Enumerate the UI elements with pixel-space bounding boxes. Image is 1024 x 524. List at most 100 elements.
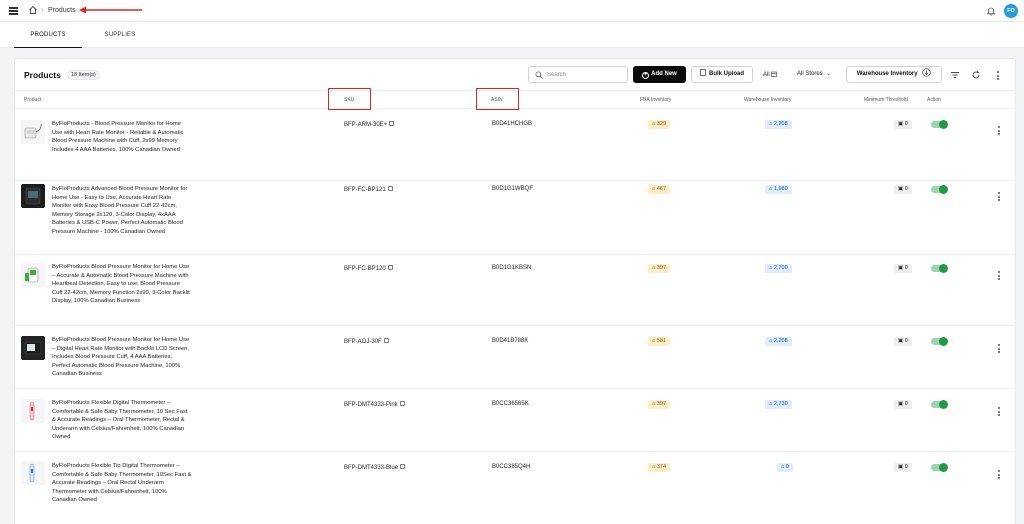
- box-icon: ▣: [898, 338, 904, 344]
- fba-inventory-badge: ⌂ 329: [648, 120, 671, 129]
- copy-icon[interactable]: [389, 121, 395, 126]
- sku-text: BFP-DMT4333-Blue: [344, 465, 399, 471]
- search-input[interactable]: [547, 69, 625, 80]
- min-value: 0: [904, 464, 908, 470]
- stores-filter-dropdown[interactable]: All Stores ⌄: [797, 71, 831, 77]
- tab-bar: PRODUCTS SUPPLIES: [0, 22, 1024, 48]
- product-thumbnail: [21, 263, 45, 287]
- box-icon: ⌂: [652, 464, 656, 470]
- annotation-box-asin: [476, 88, 519, 110]
- product-name[interactable]: ByFloProducts Blood Pressure Monitor for…: [52, 336, 192, 379]
- user-avatar[interactable]: FO: [1004, 4, 1018, 18]
- box-icon: ⌂: [652, 265, 656, 271]
- product-sku: BFP-FC-BP121: [344, 186, 393, 193]
- copy-icon[interactable]: [387, 265, 393, 270]
- sku-text: BFP-FC-BP120: [344, 266, 386, 272]
- product-asin: B0CC385Q4H: [492, 464, 531, 470]
- warehouse-inventory-badge: ⌂ 2,208: [765, 337, 792, 346]
- col-minimum-threshold[interactable]: Minimum Threshold: [864, 97, 908, 103]
- min-threshold-badge: ▣ 0: [894, 264, 912, 273]
- active-toggle[interactable]: [931, 120, 948, 129]
- box-icon: ▣: [898, 265, 904, 271]
- warehouse-inventory-button[interactable]: Warehouse Inventory: [846, 66, 942, 83]
- copy-icon[interactable]: [399, 401, 405, 406]
- all-filter-label: All: [763, 72, 770, 78]
- row-actions-icon[interactable]: [997, 126, 1001, 136]
- add-new-button[interactable]: + Add New: [633, 66, 686, 83]
- table-row[interactable]: ByFloProducts Blood Pressure Monitor for…: [15, 255, 1015, 326]
- products-card: Products 18 Item(s) +Add New Bulk Upload…: [14, 58, 1016, 524]
- box-icon: ⌂: [652, 121, 656, 127]
- warehouse-value: 2,208: [773, 338, 788, 344]
- min-value: 0: [904, 186, 908, 192]
- row-actions-icon[interactable]: [997, 192, 1001, 202]
- min-threshold-badge: ▣ 0: [894, 120, 912, 129]
- table-row[interactable]: ByFloProducts Flexible Tip Digital Therm…: [15, 452, 1015, 522]
- col-action: Action: [927, 97, 941, 103]
- warehouse-icon: ⌂: [769, 121, 773, 127]
- tab-products[interactable]: PRODUCTS: [14, 22, 82, 48]
- row-actions-icon[interactable]: [997, 271, 1001, 281]
- active-toggle[interactable]: [931, 337, 948, 346]
- warehouse-inventory-badge: ⌂ 2,700: [765, 264, 792, 273]
- product-name[interactable]: ByFloProducts Flexible Digital Thermomet…: [52, 399, 192, 442]
- product-name[interactable]: ByFloProducts - Blood Pressure Monitor f…: [52, 120, 192, 154]
- copy-icon[interactable]: [400, 464, 406, 469]
- row-actions-icon[interactable]: [997, 470, 1001, 480]
- filter-icon[interactable]: [950, 70, 960, 80]
- breadcrumb-separator: ›: [41, 7, 44, 14]
- active-toggle[interactable]: [931, 400, 948, 409]
- active-toggle[interactable]: [931, 264, 948, 273]
- tab-supplies[interactable]: SUPPLIES: [90, 22, 150, 48]
- chevron-down-icon: ⌄: [826, 71, 831, 77]
- more-options-icon[interactable]: [996, 71, 1000, 81]
- product-name[interactable]: ByFloProducts Flexible Tip Digital Therm…: [52, 462, 192, 505]
- product-asin: B0D1G1WBQF: [492, 186, 534, 192]
- table-row[interactable]: ByFloProducts - Blood Pressure Monitor f…: [15, 110, 1015, 181]
- refresh-icon[interactable]: [971, 70, 981, 80]
- product-thumbnail: [21, 184, 45, 208]
- search-icon: [535, 71, 543, 79]
- stores-filter-label: All Stores: [797, 71, 823, 77]
- row-actions-icon[interactable]: [997, 407, 1001, 417]
- home-icon[interactable]: [28, 5, 38, 15]
- bell-icon[interactable]: [986, 6, 996, 16]
- warehouse-inventory-badge: ⌂ 0: [777, 463, 793, 472]
- card-toolbar: Products 18 Item(s) +Add New Bulk Upload…: [15, 59, 1015, 91]
- product-sku: BFP-DMT4333-Blue: [344, 464, 406, 471]
- search-box[interactable]: [528, 66, 628, 83]
- file-icon: [700, 69, 706, 76]
- copy-icon[interactable]: [387, 186, 393, 191]
- product-name[interactable]: ByFloProducts Blood Pressure Monitor for…: [52, 263, 192, 306]
- table-row[interactable]: ByFloProducts Advanced Blood Pressure Mo…: [15, 181, 1015, 255]
- plus-circle-icon: +: [642, 72, 650, 79]
- product-asin: B0D41HCHGB: [492, 121, 533, 127]
- product-thumbnail: [21, 399, 45, 423]
- product-name[interactable]: ByFloProducts Advanced Blood Pressure Mo…: [52, 185, 192, 237]
- warehouse-icon: ⌂: [769, 186, 773, 192]
- box-icon: ⌂: [652, 338, 656, 344]
- fba-value: 581: [656, 338, 667, 344]
- warehouse-inventory-badge: ⌂ 1,980: [765, 185, 792, 194]
- min-threshold-badge: ▣ 0: [894, 400, 912, 409]
- box-icon: ▣: [898, 464, 904, 470]
- min-value: 0: [904, 338, 908, 344]
- row-actions-icon[interactable]: [997, 344, 1001, 354]
- fba-value: 374: [656, 464, 667, 470]
- copy-icon[interactable]: [383, 338, 389, 343]
- box-icon: ⌂: [652, 186, 656, 192]
- table-row[interactable]: ByFloProducts Flexible Digital Thermomet…: [15, 389, 1015, 452]
- active-toggle[interactable]: [931, 463, 948, 472]
- warehouse-value: 2,208: [773, 121, 788, 127]
- menu-icon[interactable]: [9, 7, 18, 15]
- bulk-upload-button[interactable]: Bulk Upload: [691, 66, 753, 83]
- active-toggle[interactable]: [931, 185, 948, 194]
- top-bar: › Products FO: [0, 0, 1024, 22]
- table-row[interactable]: ByFloProducts Blood Pressure Monitor for…: [15, 326, 1015, 389]
- fba-inventory-badge: ⌂ 467: [648, 185, 671, 194]
- col-warehouse-inventory[interactable]: Warehouse Inventory: [744, 97, 791, 103]
- annotation-box-sku: [328, 88, 371, 110]
- all-filter-dropdown[interactable]: All: [763, 71, 778, 78]
- product-sku: BFP-AOJ-30F: [344, 338, 389, 345]
- col-fba-inventory[interactable]: FBA Inventory: [640, 97, 671, 103]
